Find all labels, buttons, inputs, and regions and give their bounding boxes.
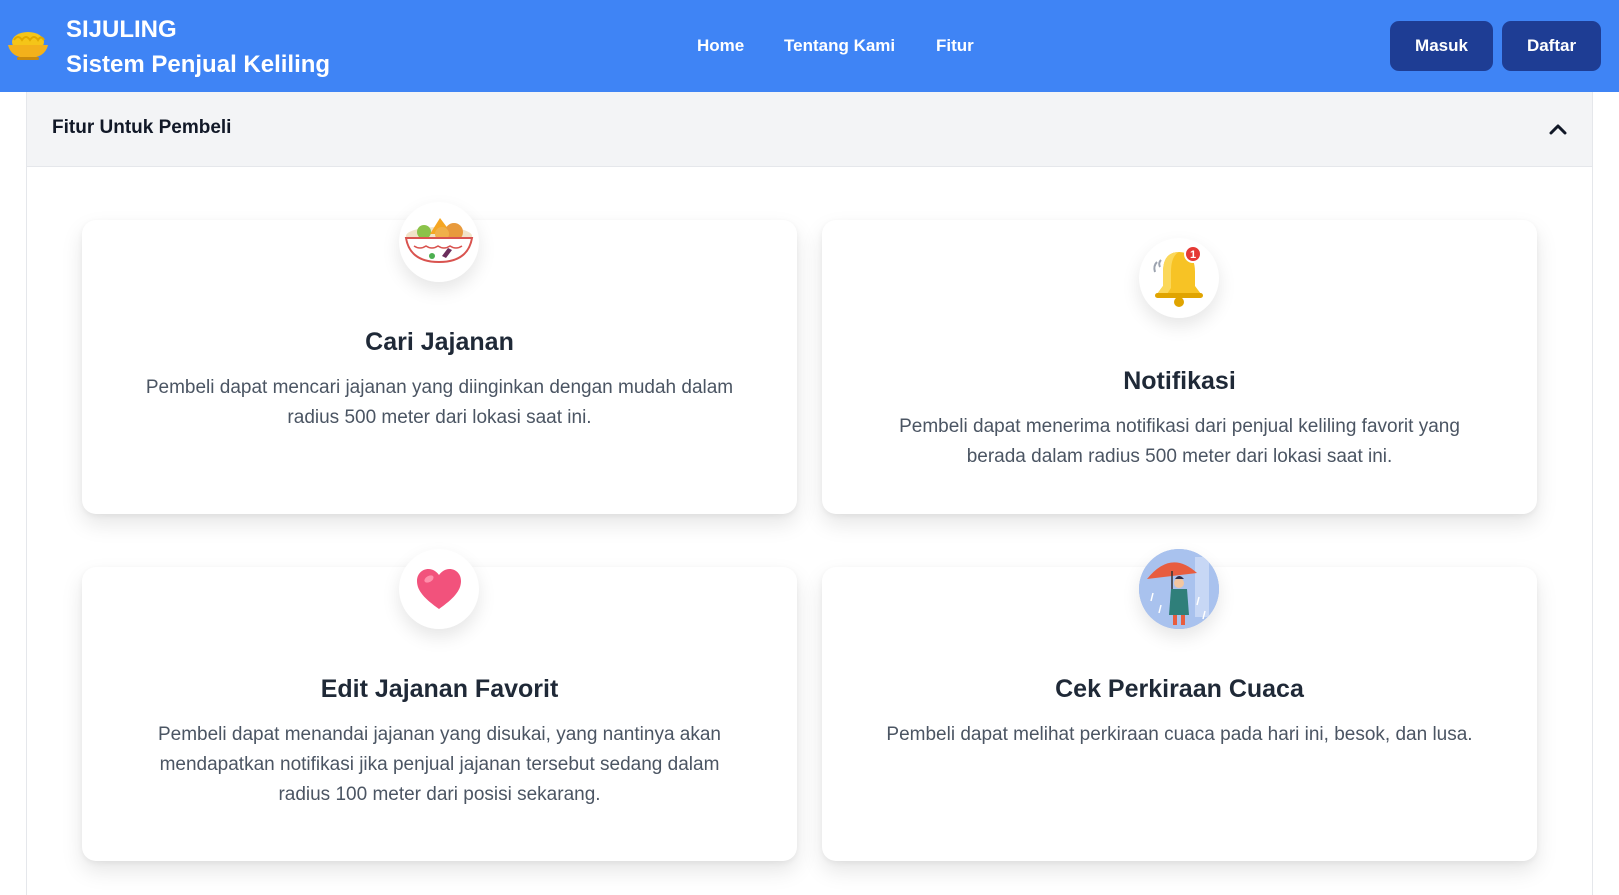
feature-card-cek-perkiraan-cuaca: Cek Perkiraan Cuaca Pembeli dapat meliha… — [822, 549, 1537, 861]
notification-badge: 1 — [1190, 249, 1196, 261]
feature-card-cari-jajanan: Cari Jajanan Pembeli dapat mencari jajan… — [82, 202, 797, 514]
register-button[interactable]: Daftar — [1502, 21, 1601, 71]
accordion-header[interactable]: Fitur Untuk Pembeli — [27, 92, 1592, 167]
brand-subtitle[interactable]: Sistem Penjual Keliling — [66, 50, 330, 80]
nav-link-fitur[interactable]: Fitur — [936, 36, 974, 56]
feature-title: Cek Perkiraan Cuaca — [1055, 675, 1304, 703]
navbar: SIJULING Sistem Penjual Keliling Home Te… — [0, 0, 1619, 92]
nav-link-tentang-kami[interactable]: Tentang Kami — [784, 36, 895, 56]
feature-card-notifikasi: 1 Notifikasi Pembeli dapat menerima noti… — [822, 220, 1537, 514]
login-button[interactable]: Masuk — [1390, 21, 1493, 71]
feature-card-edit-jajanan-favorit: Edit Jajanan Favorit Pembeli dapat menan… — [82, 549, 797, 861]
feature-description: Pembeli dapat mencari jajanan yang diing… — [145, 377, 734, 428]
noodle-bowl-icon[interactable] — [5, 28, 51, 62]
feature-description: Pembeli dapat melihat perkiraan cuaca pa… — [886, 724, 1473, 745]
rain-umbrella-icon — [1139, 549, 1219, 629]
feature-description: Pembeli dapat menandai jajanan yang disu… — [157, 724, 721, 805]
nav-link-home[interactable]: Home — [697, 36, 744, 56]
chevron-up-icon[interactable] — [1548, 119, 1568, 139]
feature-title: Cari Jajanan — [365, 328, 514, 356]
heart-icon — [399, 549, 479, 629]
feature-description: Pembeli dapat menerima notifikasi dari p… — [899, 416, 1460, 467]
feature-title: Notifikasi — [1123, 367, 1236, 395]
brand-title[interactable]: SIJULING — [66, 15, 177, 45]
feature-title: Edit Jajanan Favorit — [320, 675, 559, 703]
food-bowl-icon — [399, 202, 479, 282]
notification-bell-icon: 1 — [1139, 238, 1219, 318]
accordion-title: Fitur Untuk Pembeli — [52, 117, 232, 138]
